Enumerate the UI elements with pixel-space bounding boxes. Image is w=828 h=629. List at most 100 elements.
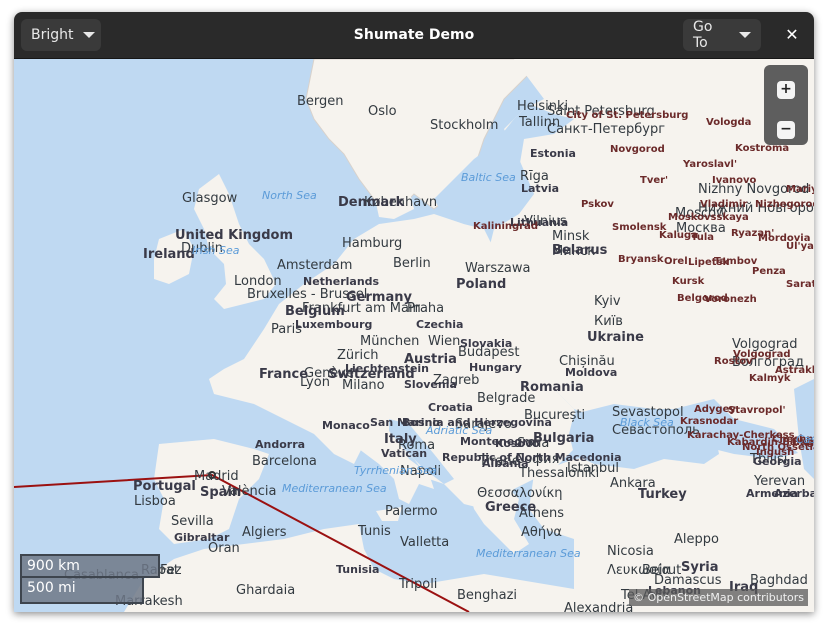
map-label-city: Warszawa	[465, 261, 531, 276]
map-label-sea: Baltic Sea	[461, 171, 516, 184]
zoom-in-button[interactable]: +	[777, 81, 795, 99]
map-label-country: Romania	[520, 380, 584, 395]
map-label-country: Bulgaria	[533, 431, 595, 446]
map-label-sea: North Sea	[262, 189, 317, 202]
map-label-city: Αθήνα	[521, 525, 562, 540]
map-style-label: Bright	[31, 27, 74, 43]
map-label-country: Latvia	[521, 182, 560, 195]
map-label-country: Luxembourg	[295, 318, 373, 331]
zoom-controls: + −	[764, 65, 808, 145]
map-label-region: Vologda	[706, 117, 752, 128]
map-label-region: Bryansk	[618, 254, 664, 265]
map-label-region: Saratov	[786, 279, 814, 290]
map-label-region: Pskov	[581, 199, 614, 210]
map-label-sea: Adriatic Sea	[426, 424, 493, 437]
map-label-city: Barcelona	[252, 454, 317, 469]
map-label-city: Aleppo	[674, 532, 719, 547]
map-label-country: Greece	[485, 500, 537, 515]
header-bar: Bright Shumate Demo Go To ✕	[14, 12, 814, 59]
map-label-city: Київ	[594, 314, 623, 329]
map-label-region: Voronezh	[704, 294, 757, 305]
close-button[interactable]: ✕	[778, 21, 806, 49]
map-label-city: Sevilla	[171, 514, 214, 529]
map-label-country: Azerbaijan	[774, 487, 814, 500]
scale-imperial: 500 mi	[20, 578, 144, 604]
map-label-region: Kalmyk	[749, 373, 791, 384]
map-label-region: Kursk	[672, 276, 705, 287]
map-label-city: Kyiv	[594, 294, 621, 309]
map-label-region: Nizhegorod	[755, 199, 814, 210]
map-label-country: Portugal	[133, 479, 196, 494]
map-label-city: Oslo	[368, 104, 397, 119]
map-label-city: Nicosia	[607, 544, 654, 559]
map-label-country: Poland	[456, 277, 507, 292]
map-label-city: Wien	[428, 334, 461, 349]
map-label-country: Vatican	[381, 447, 428, 460]
map-label-city: Bergen	[297, 94, 344, 109]
zoom-out-button[interactable]: −	[777, 121, 795, 139]
zoom-out-icon: −	[780, 121, 792, 137]
map-style-dropdown[interactable]: Bright	[21, 19, 101, 51]
map-label-region: Ivanovo	[712, 175, 757, 186]
pan-down-icon	[82, 32, 95, 38]
map-label-country: Czechia	[416, 318, 464, 331]
map-label-region: City of St. Petersburg	[566, 110, 689, 121]
map-label-country: Ukraine	[587, 330, 644, 345]
map-label-region: Novgorod	[610, 144, 665, 155]
map-label-city: Alexandria	[564, 601, 634, 613]
map-label-country: Estonia	[530, 147, 576, 160]
map-label-country: Hungary	[469, 361, 522, 374]
map-label-country: Belgium	[285, 304, 345, 319]
map-attribution[interactable]: © OpenStreetMap contributors	[629, 589, 808, 606]
map-label-city: Zürich	[337, 348, 379, 363]
map-label-city: Berlin	[393, 256, 431, 271]
map-label-country: Liechtenstein	[345, 362, 430, 375]
map-label-country: Denmark	[338, 195, 405, 210]
map-view[interactable]: Bergen Oslo Stockholm Helsinki Tallinn S…	[14, 59, 814, 612]
map-label-region: Vladimir	[700, 199, 748, 210]
map-label-country: France	[259, 367, 309, 382]
pan-down-icon	[739, 32, 751, 38]
map-label-region: Moskovsskaya	[668, 212, 749, 223]
zoom-in-icon: +	[780, 81, 792, 97]
map-label-sea: Black Sea	[620, 416, 674, 429]
map-label-city: Minsk	[552, 229, 590, 244]
map-label-country: Slovenia	[404, 378, 457, 391]
map-label-region: Yaroslavl'	[683, 159, 738, 170]
map-label-country: Tunisia	[336, 563, 380, 576]
map-label-city: Hamburg	[342, 236, 403, 251]
map-label-city: Θεσσαλονίκη	[477, 486, 563, 501]
map-label-city: Baghdad	[750, 573, 808, 588]
map-label-country: Republic of North Macedonia	[442, 451, 622, 464]
map-label-region: Ingush	[756, 447, 795, 458]
close-icon: ✕	[785, 25, 799, 44]
map-label-sea: Tyrrhenian Sea	[354, 464, 437, 477]
map-label-country: Germany	[346, 290, 412, 305]
map-label-city: München	[360, 334, 420, 349]
map-label-city: Fez	[160, 563, 182, 578]
map-label-city: Algiers	[242, 525, 287, 540]
map-label-region: Penza	[752, 266, 786, 277]
map-label-region: Volgograd	[733, 349, 791, 360]
map-label-country: Syria	[681, 560, 719, 575]
go-to-dropdown[interactable]: Go To	[683, 19, 761, 51]
map-label-city: Benghazi	[457, 588, 518, 603]
map-label-city: Ghardaia	[236, 583, 296, 598]
map-label-country: Monaco	[322, 419, 370, 432]
map-label-sea: Irish Sea	[192, 244, 240, 257]
map-label-city: Palermo	[385, 504, 438, 519]
map-label-country: Italy	[384, 432, 417, 447]
go-to-label: Go To	[693, 19, 713, 51]
map-label-country: Moldova	[565, 366, 618, 379]
map-label-region: Krasnodar	[680, 416, 739, 427]
map-label-region: Tver'	[640, 175, 669, 186]
map-label-sea: Mediterranean Sea	[282, 482, 387, 495]
map-label-city: Amsterdam	[277, 258, 353, 273]
map-label-country: Andorra	[255, 438, 306, 451]
map-label-city: Lisboa	[134, 494, 176, 509]
map-label-region: Tula	[691, 232, 715, 243]
map-label-city: Tunis	[358, 524, 391, 539]
map-label-country: Turkey	[638, 487, 687, 502]
map-label-city: Glasgow	[182, 191, 238, 206]
map-label-region: Orel	[664, 256, 688, 267]
